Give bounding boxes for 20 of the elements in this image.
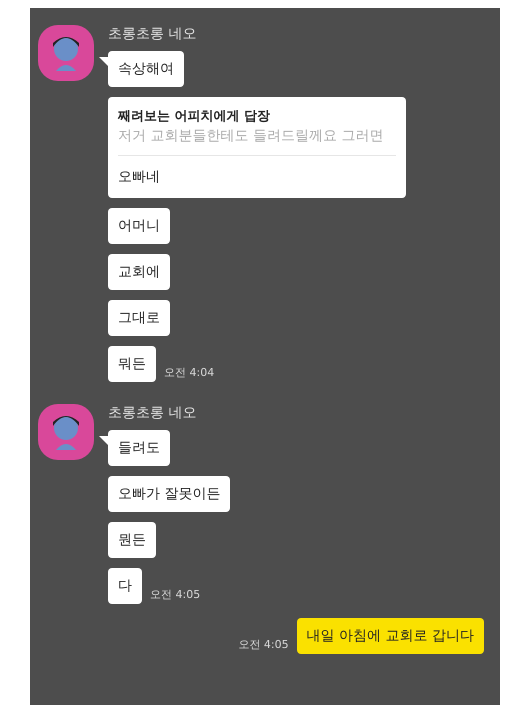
bubble-tail xyxy=(99,436,109,446)
quoted-text: 저거 교회분들한테도 들려드릴께요 그러면 xyxy=(118,127,384,145)
sender-name: 초롱초롱 네오 xyxy=(108,25,198,43)
avatar-icon[interactable] xyxy=(38,25,94,81)
avatar-icon[interactable] xyxy=(38,404,94,460)
timestamp: 오전 4:04 xyxy=(164,365,214,380)
message-text: 오빠네 xyxy=(118,168,161,186)
timestamp: 오전 4:05 xyxy=(238,637,289,652)
sender-name: 초롱초롱 네오 xyxy=(108,404,198,422)
message-bubble: 다 xyxy=(108,568,142,604)
message-bubble: 교회에 xyxy=(108,254,170,290)
bubble-tail xyxy=(99,57,109,67)
reply-header: 째려보는 어피치에게 답장 xyxy=(118,108,272,125)
message-bubble: 뭐든 xyxy=(108,346,156,382)
message-bubble: 내일 아침에 교회로 갑니다 xyxy=(296,618,484,654)
message-bubble: 그대로 xyxy=(108,300,170,336)
message-bubble: 뭔든 xyxy=(108,522,156,558)
message-bubble: 어머니 xyxy=(108,208,170,244)
message-bubble: 오빠가 잘못이든 xyxy=(108,476,230,512)
timestamp: 오전 4:05 xyxy=(150,587,200,602)
